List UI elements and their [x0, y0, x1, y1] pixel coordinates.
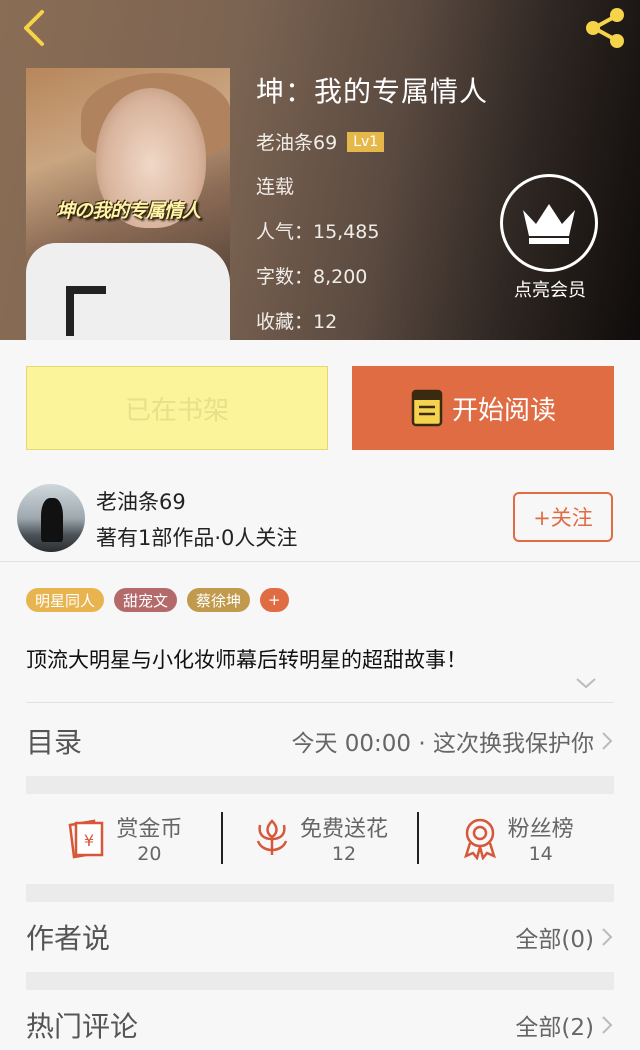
coin-envelope-icon: ¥ [68, 819, 104, 859]
hot-comments-all: 全部(2) [515, 1008, 614, 1042]
add-tag-button[interactable]: + [260, 588, 289, 612]
book-cover[interactable]: 坤の我的专属情人 [26, 68, 230, 340]
medal-icon [463, 818, 496, 860]
avatar-figure [41, 498, 63, 542]
section-separator [26, 776, 614, 794]
hot-comments-row[interactable]: 热门评论 全部(2) [26, 1000, 614, 1050]
book-title: 坤：我的专属情人 [256, 75, 489, 108]
vip-button[interactable]: 点亮会员 [500, 174, 600, 302]
book-meta: 坤：我的专属情人 老油条69 Lv1 连载 人气：15,485 字数：8,200… [256, 70, 489, 333]
toc-row[interactable]: 目录 今天 00:00 · 这次换我保护你 [26, 716, 614, 766]
book-author-row: 老油条69 Lv1 [256, 128, 385, 155]
author-says-all: 全部(0) [515, 920, 614, 954]
free-flower-label: 免费送花 [300, 817, 389, 842]
chevron-right-icon [602, 732, 613, 750]
action-buttons: 已在书架 开始阅读 [0, 366, 640, 450]
reward-coins-stat[interactable]: ¥ 赏金币 20 [26, 808, 221, 868]
book-icon [411, 389, 443, 427]
svg-text:¥: ¥ [84, 831, 94, 850]
hot-comments-count: 全部(2) [515, 1015, 594, 1041]
in-shelf-button[interactable]: 已在书架 [26, 366, 328, 450]
author-says-row[interactable]: 作者说 全部(0) [26, 912, 614, 962]
divider [26, 702, 614, 703]
crown-icon [523, 204, 575, 244]
in-shelf-label: 已在书架 [124, 395, 229, 426]
stats-bar: ¥ 赏金币 20 免费送花 12 粉丝榜 14 [26, 808, 614, 868]
chevron-down-icon[interactable] [575, 676, 597, 690]
chevron-right-icon [602, 928, 613, 946]
follow-label: +关注 [533, 506, 593, 530]
tag-item[interactable]: 蔡徐坤 [187, 588, 251, 612]
fan-ranking-label: 粉丝榜 [507, 817, 574, 842]
tag-list: 明星同人 甜宠文 蔡徐坤 + [26, 588, 289, 612]
start-reading-button[interactable]: 开始阅读 [352, 366, 614, 450]
section-separator [26, 884, 614, 902]
free-flower-stat[interactable]: 免费送花 12 [223, 808, 418, 868]
share-icon[interactable] [582, 6, 628, 50]
divider [0, 561, 640, 562]
author-says-label: 作者说 [26, 922, 111, 955]
reward-coins-label: 赏金币 [116, 817, 183, 842]
book-favorites: 收藏：12 [256, 311, 338, 333]
toc-label: 目录 [26, 726, 83, 759]
cover-title: 坤の我的专属情人 [55, 200, 201, 222]
avatar[interactable] [17, 484, 85, 552]
follow-button[interactable]: +关注 [513, 492, 613, 542]
book-header: 坤の我的专属情人 坤：我的专属情人 老油条69 Lv1 连载 人气：15,485… [0, 0, 640, 340]
free-flower-value: 12 [331, 843, 357, 865]
author-stats: 著有1部作品·0人关注 [96, 526, 298, 550]
vip-label: 点亮会员 [514, 280, 586, 301]
book-popularity: 人气：15,485 [256, 221, 380, 243]
author-says-count: 全部(0) [515, 927, 594, 953]
toc-latest: 今天 00:00 · 这次换我保护你 [291, 724, 614, 758]
cover-shirt [26, 243, 230, 340]
book-word-count: 字数：8,200 [256, 266, 368, 288]
book-author-name[interactable]: 老油条69 [256, 128, 337, 155]
level-badge: Lv1 [347, 131, 385, 152]
cover-shirt-mark [66, 286, 106, 336]
book-status: 连载 [256, 176, 295, 198]
author-section: 老油条69 著有1部作品·0人关注 +关注 [0, 482, 640, 562]
fan-ranking-stat[interactable]: 粉丝榜 14 [419, 808, 614, 868]
flower-icon [256, 819, 288, 855]
chevron-right-icon [602, 1016, 613, 1034]
author-name[interactable]: 老油条69 [96, 486, 186, 516]
section-separator [26, 972, 614, 990]
toc-latest-chapter: 今天 00:00 · 这次换我保护你 [291, 731, 594, 757]
book-description: 顶流大明星与小化妆师幕后转明星的超甜故事！ [26, 648, 467, 672]
tag-item[interactable]: 明星同人 [26, 588, 105, 612]
crown-circle [500, 174, 598, 272]
back-arrow-icon[interactable] [18, 8, 52, 48]
start-reading-label: 开始阅读 [451, 395, 556, 426]
hot-comments-label: 热门评论 [26, 1010, 139, 1043]
tag-item[interactable]: 甜宠文 [114, 588, 178, 612]
fan-ranking-value: 14 [528, 843, 553, 865]
reward-coins-value: 20 [137, 843, 162, 865]
